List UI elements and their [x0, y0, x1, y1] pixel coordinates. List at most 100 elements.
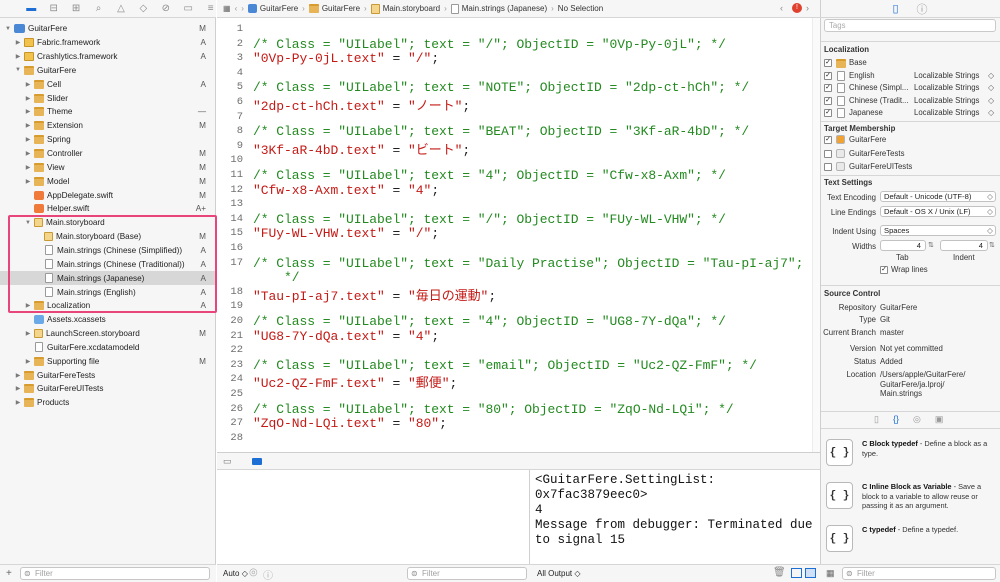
search-icon[interactable]: ⌕ [93, 3, 103, 15]
localization-type[interactable]: Localizable Strings [914, 71, 979, 80]
output-select[interactable]: All Output ◇ [537, 569, 581, 578]
related-items-icon[interactable]: ▦ [223, 4, 231, 13]
add-icon[interactable]: + [6, 568, 12, 579]
jumpbar-item[interactable]: No Selection [558, 4, 603, 13]
tree-row[interactable]: ▶ Crashlytics.framework A [0, 50, 216, 64]
tree-row[interactable]: ▼ GuitarFere [0, 64, 216, 78]
tree-row[interactable]: ▶ Model M [0, 174, 216, 188]
back-icon[interactable]: ‹ [235, 4, 238, 13]
wrap-lines-checkbox[interactable]: ✓ [880, 266, 888, 274]
tree-row[interactable]: ▶ Spring [0, 133, 216, 147]
forward-icon[interactable]: › [241, 4, 244, 13]
disclosure-closed-icon[interactable]: ▶ [24, 122, 32, 129]
localization-type[interactable]: Localizable Strings [914, 96, 979, 105]
test-icon[interactable]: ◇ [138, 3, 148, 15]
tree-row[interactable]: ▶ GuitarFereUITests [0, 382, 216, 396]
localization-type[interactable]: Localizable Strings [914, 108, 979, 117]
variables-filter-input[interactable]: ⊜ Filter [407, 567, 527, 580]
localization-checkbox[interactable]: ✓ [824, 109, 832, 118]
stepper-icon[interactable]: ⇅ [928, 241, 934, 249]
breakpoints-icon[interactable] [251, 457, 262, 465]
trash-icon[interactable]: 🗑 [773, 567, 786, 578]
jumpbar-item[interactable]: GuitarFere [247, 4, 298, 13]
localization-type[interactable]: Localizable Strings [914, 83, 979, 92]
jumpbar-item[interactable]: Main.strings (Japanese) [450, 3, 547, 14]
disclosure-closed-icon[interactable]: ▶ [24, 150, 32, 157]
disclosure-closed-icon[interactable]: ▶ [24, 108, 32, 115]
tags-input[interactable]: Tags [824, 19, 996, 32]
disclosure-closed-icon[interactable]: ▶ [24, 81, 32, 88]
library-filter-input[interactable]: ⊜ Filter [842, 567, 996, 580]
tree-row[interactable]: ▶ Cell A [0, 77, 216, 91]
source-control-icon[interactable]: ⊟ [48, 3, 58, 15]
source-editor[interactable]: 1 2/* Class = "UILabel"; text = "/"; Obje… [217, 18, 820, 452]
split-left-icon[interactable] [791, 568, 802, 578]
tree-row[interactable]: ▶ Supporting file M [0, 354, 216, 368]
report-icon[interactable]: ≡ [206, 3, 216, 15]
tree-row[interactable]: ▼ GuitarFere M [0, 22, 216, 36]
disclosure-closed-icon[interactable]: ▶ [24, 95, 32, 102]
debug-icon[interactable]: ⊘ [161, 3, 171, 15]
disclosure-closed-icon[interactable]: ▶ [14, 39, 22, 46]
tree-row[interactable]: ▶ Slider [0, 91, 216, 105]
code-snippet-item[interactable]: { } C Inline Block as Variable - Save a b… [826, 482, 996, 516]
object-library-icon[interactable]: ◎ [913, 414, 921, 425]
tree-row[interactable]: ▶ Theme — [0, 105, 216, 119]
code-snippet-item[interactable]: { } C typedef - Define a typedef. [826, 525, 996, 559]
jumpbar-item[interactable]: GuitarFere [308, 4, 360, 13]
folder-icon[interactable]: ▬ [26, 3, 36, 15]
disclosure-closed-icon[interactable]: ▶ [24, 358, 32, 365]
hide-debug-icon[interactable]: ▭ [223, 456, 232, 467]
media-library-icon[interactable]: ▣ [935, 414, 944, 425]
localization-checkbox[interactable]: ✓ [824, 84, 832, 93]
editor-scrollbar[interactable] [812, 18, 820, 452]
eye-icon[interactable]: ◎ [249, 567, 258, 578]
tree-row[interactable]: ▶ Fabric.framework A [0, 36, 216, 50]
target-checkbox[interactable] [824, 149, 832, 158]
info-icon[interactable]: ⓘ [263, 567, 273, 582]
tree-row[interactable]: ▶ Controller M [0, 147, 216, 161]
file-template-icon[interactable]: ▯ [874, 414, 879, 425]
grid-view-icon[interactable]: ▦ [826, 568, 835, 579]
disclosure-closed-icon[interactable]: ▶ [14, 372, 22, 379]
line-endings-select[interactable]: Default - OS X / Unix (LF) ◇ [880, 206, 996, 217]
tree-row[interactable]: ▶ GuitarFereTests [0, 368, 216, 382]
target-checkbox[interactable] [824, 163, 832, 172]
tree-row[interactable]: Helper.swift A+ [0, 202, 216, 216]
disclosure-closed-icon[interactable]: ▶ [14, 399, 22, 406]
error-icon[interactable]: ! [792, 3, 802, 13]
breakpoint-icon[interactable]: ▭ [183, 3, 193, 15]
debug-console[interactable]: <GuitarFere.SettingList: 0x7fac3879eec0>… [531, 470, 820, 564]
tree-row[interactable]: AppDelegate.swift M [0, 188, 216, 202]
stepper-icon[interactable]: ⇅ [989, 241, 995, 249]
disclosure-closed-icon[interactable]: ▶ [24, 136, 32, 143]
help-icon[interactable]: ⓘ [917, 1, 928, 17]
chevron-left-icon[interactable]: ‹ [780, 3, 783, 13]
localization-checkbox[interactable]: ✓ [824, 96, 832, 105]
tree-row[interactable]: GuitarFere.xcdatamodeld [0, 341, 216, 355]
navigator-filter-input[interactable]: ⊜ Filter [20, 567, 210, 580]
tree-row[interactable]: Assets.xcassets [0, 313, 216, 327]
localization-checkbox[interactable]: ✓ [824, 71, 832, 80]
split-right-icon[interactable] [805, 568, 816, 578]
symbol-icon[interactable]: ⊞ [71, 3, 81, 15]
file-inspector-icon[interactable]: ▯ [892, 2, 898, 15]
tab-width-input[interactable]: 4 [880, 240, 926, 251]
auto-select[interactable]: Auto ◇ [223, 569, 248, 578]
tree-row[interactable]: ▶ Products [0, 396, 216, 410]
disclosure-closed-icon[interactable]: ▶ [14, 53, 22, 60]
warning-icon[interactable]: △ [116, 3, 126, 15]
jumpbar-item[interactable]: Main.storyboard [370, 3, 440, 14]
disclosure-closed-icon[interactable]: ▶ [14, 385, 22, 392]
chevron-right-icon[interactable]: › [806, 3, 809, 13]
disclosure-closed-icon[interactable]: ▶ [24, 178, 32, 185]
code-snippet-icon[interactable]: {} [893, 414, 899, 425]
tree-row[interactable]: ▶ LaunchScreen.storyboard M [0, 327, 216, 341]
indent-width-input[interactable]: 4 [940, 240, 988, 251]
indent-using-select[interactable]: Spaces ◇ [880, 225, 996, 236]
disclosure-open-icon[interactable]: ▼ [14, 67, 22, 73]
disclosure-closed-icon[interactable]: ▶ [24, 164, 32, 171]
disclosure-closed-icon[interactable]: ▶ [24, 330, 32, 337]
target-checkbox[interactable]: ✓ [824, 136, 832, 144]
disclosure-open-icon[interactable]: ▼ [4, 26, 12, 32]
